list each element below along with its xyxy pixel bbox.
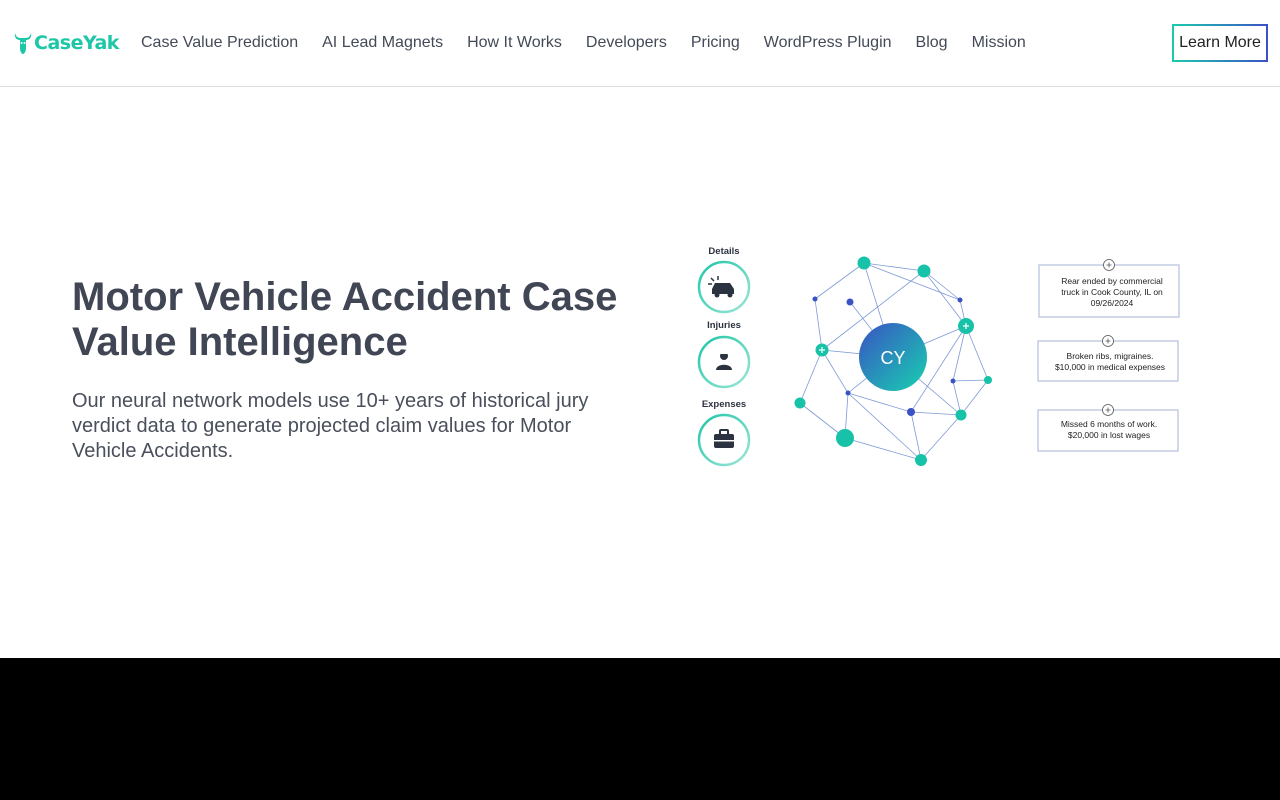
main-nav: Case Value Prediction AI Lead Magnets Ho… [141, 33, 1050, 53]
category-label-details: Details [708, 246, 739, 257]
card-expenses: Missed 6 months of work. $20,000 in lost… [1037, 404, 1179, 452]
card-expenses-line-1: Missed 6 months of work. [1061, 419, 1157, 429]
bull-logo-icon [14, 33, 32, 54]
learn-more-button[interactable]: Learn More [1172, 24, 1268, 62]
injured-person-icon [697, 335, 751, 389]
nav-blog[interactable]: Blog [916, 33, 948, 53]
card-injuries: Broken ribs, migraines. $10,000 in medic… [1037, 335, 1179, 382]
nav-case-value-prediction[interactable]: Case Value Prediction [141, 33, 298, 53]
card-details-line-3: 09/26/2024 [1091, 298, 1134, 308]
nav-developers[interactable]: Developers [586, 33, 667, 53]
site-header: CaseYak Case Value Prediction AI Lead Ma… [0, 0, 1280, 87]
card-injuries-line-2: $10,000 in medical expenses [1055, 362, 1165, 372]
card-details: Rear ended by commercial truck in Cook C… [1038, 259, 1180, 318]
card-details-line-1: Rear ended by commercial [1061, 276, 1163, 286]
briefcase-icon [697, 413, 751, 467]
nav-pricing[interactable]: Pricing [691, 33, 740, 53]
logo-text: CaseYak [34, 32, 119, 54]
card-expenses-line-2: $20,000 in lost wages [1068, 430, 1150, 440]
hero-subtitle: Our neural network models use 10+ years … [72, 390, 589, 462]
nav-ai-lead-magnets[interactable]: AI Lead Magnets [322, 33, 443, 53]
card-details-line-2: truck in Cook County, IL on [1061, 287, 1163, 297]
nav-how-it-works[interactable]: How It Works [467, 33, 562, 53]
logo[interactable]: CaseYak [13, 29, 119, 57]
network-diagram: Details Injuries Expenses CY Rear ended … [697, 246, 1180, 467]
center-label: CY [880, 348, 905, 368]
caseyak-center-node: CY [859, 323, 927, 391]
category-label-expenses: Expenses [702, 399, 746, 410]
category-label-injuries: Injuries [707, 320, 741, 331]
car-crash-icon [697, 260, 751, 314]
hero-title: Motor Vehicle Accident Case Value Intell… [72, 275, 618, 364]
nav-mission[interactable]: Mission [972, 33, 1026, 53]
card-injuries-line-1: Broken ribs, migraines. [1067, 351, 1154, 361]
footer-band [0, 658, 1280, 800]
nav-wordpress-plugin[interactable]: WordPress Plugin [764, 33, 892, 53]
neural-network-graphic: Details Injuries Expenses CY Rear ended … [690, 240, 1190, 475]
